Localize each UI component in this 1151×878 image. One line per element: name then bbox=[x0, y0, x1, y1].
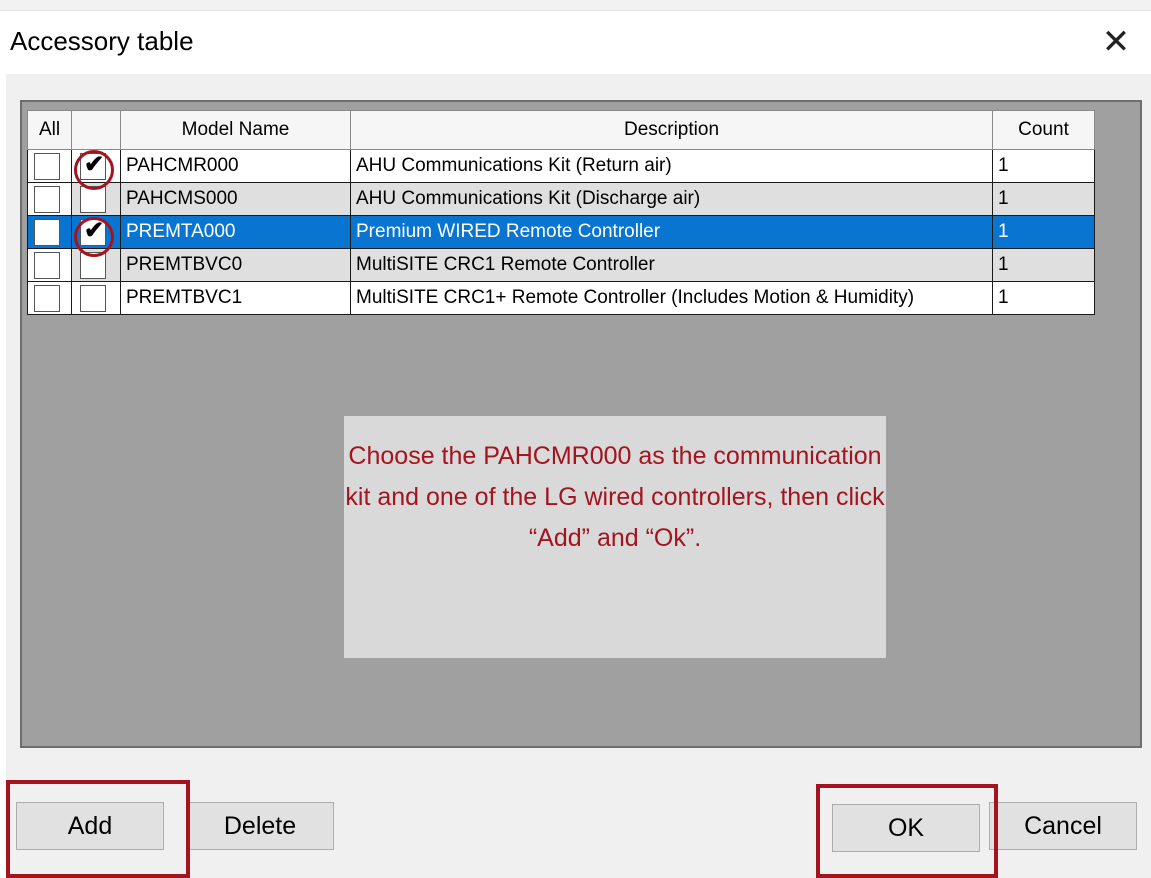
column-header-description[interactable]: Description bbox=[350, 110, 993, 150]
column-header-all[interactable]: All bbox=[27, 110, 72, 150]
row-select-all-cell[interactable] bbox=[27, 248, 72, 282]
count-cell[interactable]: 1 bbox=[992, 182, 1095, 216]
description-cell[interactable]: MultiSITE CRC1 Remote Controller bbox=[350, 248, 993, 282]
highlight-circle-row1 bbox=[74, 150, 114, 190]
table-row[interactable]: ✔ PAHCMR000 AHU Communications Kit (Return… bbox=[27, 149, 1095, 183]
count-cell[interactable]: 1 bbox=[992, 281, 1095, 315]
close-icon[interactable]: ✕ bbox=[1094, 20, 1138, 64]
model-name-cell[interactable]: PREMTBVC0 bbox=[120, 248, 351, 282]
row-check-cell[interactable] bbox=[71, 281, 121, 315]
description-cell[interactable]: MultiSITE CRC1+ Remote Controller (Inclu… bbox=[350, 281, 993, 315]
model-name-cell[interactable]: PREMTA000 bbox=[120, 215, 351, 249]
row-select-all-cell[interactable] bbox=[27, 215, 72, 249]
dialog-title: Accessory table bbox=[10, 26, 194, 56]
description-cell[interactable]: AHU Communications Kit (Discharge air) bbox=[350, 182, 993, 216]
column-header-model-name[interactable]: Model Name bbox=[120, 110, 351, 150]
table-row[interactable]: PREMTBVC1 MultiSITE CRC1+ Remote Controll… bbox=[27, 281, 1095, 315]
row-select-all-cell[interactable] bbox=[27, 281, 72, 315]
table-row[interactable]: ✔ PREMTA000 Premium WIRED Remote Controlle… bbox=[27, 215, 1095, 249]
accessory-table: All Model Name Description Count ✔ PAHCMR… bbox=[27, 110, 1095, 315]
description-cell[interactable]: AHU Communications Kit (Return air) bbox=[350, 149, 993, 183]
model-name-cell[interactable]: PAHCMS000 bbox=[120, 182, 351, 216]
model-name-cell[interactable]: PREMTBVC1 bbox=[120, 281, 351, 315]
row-checkbox[interactable] bbox=[80, 186, 106, 213]
column-header-check bbox=[71, 110, 121, 150]
row-all-checkbox[interactable] bbox=[34, 285, 60, 312]
cancel-button[interactable]: Cancel bbox=[989, 802, 1137, 850]
highlight-box-ok bbox=[816, 784, 998, 878]
count-cell[interactable]: 1 bbox=[992, 215, 1095, 249]
table-row[interactable]: PREMTBVC0 MultiSITE CRC1 Remote Controlle… bbox=[27, 248, 1095, 282]
highlight-circle-row3 bbox=[74, 217, 114, 257]
row-select-all-cell[interactable] bbox=[27, 182, 72, 216]
row-all-checkbox[interactable] bbox=[34, 186, 60, 213]
count-cell[interactable]: 1 bbox=[992, 149, 1095, 183]
row-select-all-cell[interactable] bbox=[27, 149, 72, 183]
model-name-cell[interactable]: PAHCMR000 bbox=[120, 149, 351, 183]
column-header-count[interactable]: Count bbox=[992, 110, 1095, 150]
row-all-checkbox[interactable] bbox=[34, 219, 60, 246]
count-cell[interactable]: 1 bbox=[992, 248, 1095, 282]
dialog-titlebar: Accessory table ✕ bbox=[0, 12, 1151, 74]
delete-button[interactable]: Delete bbox=[186, 802, 334, 850]
row-checkbox[interactable] bbox=[80, 285, 106, 312]
accessory-dialog: Accessory table ✕ All Model Name Descrip… bbox=[0, 0, 1151, 878]
highlight-box-add bbox=[6, 780, 190, 878]
description-cell[interactable]: Premium WIRED Remote Controller bbox=[350, 215, 993, 249]
table-header-row: All Model Name Description Count bbox=[27, 110, 1095, 150]
instruction-callout: Choose the PAHCMR000 as the communicatio… bbox=[344, 416, 886, 658]
row-all-checkbox[interactable] bbox=[34, 153, 60, 180]
table-row[interactable]: PAHCMS000 AHU Communications Kit (Dischar… bbox=[27, 182, 1095, 216]
dialog-body: All Model Name Description Count ✔ PAHCMR… bbox=[6, 74, 1151, 878]
accessory-grid: All Model Name Description Count ✔ PAHCMR… bbox=[20, 100, 1142, 748]
row-all-checkbox[interactable] bbox=[34, 252, 60, 279]
